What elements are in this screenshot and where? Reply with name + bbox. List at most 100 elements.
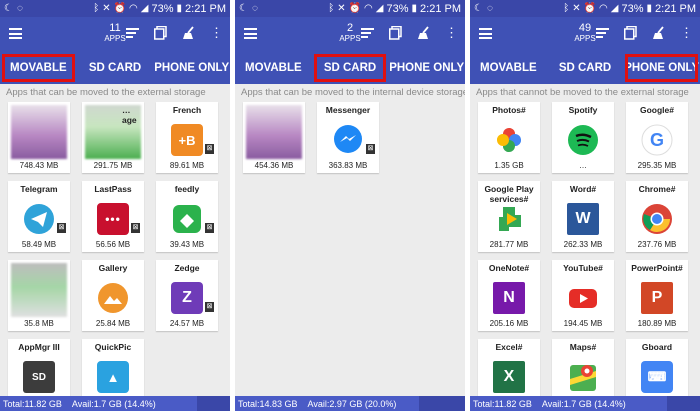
app-card[interactable]: Chrome# 237.76 MB bbox=[626, 181, 688, 252]
menu-icon[interactable] bbox=[244, 28, 257, 39]
app-card[interactable]: Photos# 1.35 GB bbox=[478, 102, 540, 173]
mute-icon: ✕ bbox=[337, 2, 346, 14]
appmgr-icon: SD bbox=[23, 361, 55, 393]
status-bar: ☾ ◌ ᛒ ✕ ⏰ ◠ ◢ 73% ▮ 2:21 PM bbox=[235, 0, 465, 17]
sort-icon[interactable] bbox=[360, 25, 375, 40]
clean-icon[interactable] bbox=[416, 25, 431, 40]
app-card[interactable]: PowerPoint# P 180.89 MB bbox=[626, 260, 688, 331]
app-card[interactable]: Telegram ⊠ 58.49 MB bbox=[8, 181, 70, 252]
chrome-icon bbox=[641, 203, 673, 235]
app-card[interactable]: OneNote# N 205.16 MB bbox=[478, 260, 540, 331]
tab-sd-card[interactable]: SD CARD bbox=[77, 52, 154, 84]
app-size: 35.8 MB bbox=[24, 319, 54, 328]
moon-icon: ☾ bbox=[4, 2, 13, 14]
sd-badge-icon: ⊠ bbox=[205, 144, 214, 154]
app-card[interactable]: YouTube# 194.45 MB bbox=[552, 260, 614, 331]
toolbar: 49 APPS ⋮ bbox=[470, 17, 700, 52]
app-size: 39.43 MB bbox=[169, 240, 205, 249]
app-card[interactable]: Word# W 262.33 MB bbox=[552, 181, 614, 252]
app-grid: 748.43 MB …age 291.75 MB French +B ⊠ 89.61 MB T… bbox=[0, 101, 230, 410]
tab-phone-only[interactable]: PHONE ONLY bbox=[153, 52, 230, 84]
signal-icon: ◢ bbox=[610, 2, 619, 14]
storage-description: Apps that can be moved to the external s… bbox=[6, 87, 206, 98]
blurred-app-icon bbox=[11, 263, 67, 317]
overflow-menu-icon[interactable]: ⋮ bbox=[679, 25, 694, 40]
app-size: 1.35 GB bbox=[494, 161, 524, 170]
app-card[interactable]: feedly ⊠ 39.43 MB bbox=[156, 181, 218, 252]
storage-footer: Total:11.82 GB Avail:1.7 GB (14.4%) bbox=[470, 396, 700, 411]
battery-level: 73% bbox=[621, 2, 644, 15]
sort-icon[interactable] bbox=[125, 25, 140, 40]
overflow-menu-icon[interactable]: ⋮ bbox=[209, 25, 224, 40]
app-card[interactable]: Gallery 25.84 MB bbox=[82, 260, 144, 331]
select-all-icon[interactable] bbox=[388, 25, 403, 40]
app-card[interactable]: Spotify… bbox=[552, 102, 614, 173]
menu-icon[interactable] bbox=[9, 28, 22, 39]
google-icon: G bbox=[641, 124, 673, 156]
toolbar: 11 APPS ⋮ bbox=[0, 17, 230, 52]
sd-badge-icon: ⊠ bbox=[366, 144, 375, 154]
app-size: 180.89 MB bbox=[637, 319, 677, 328]
app-size: 262.33 MB bbox=[563, 240, 603, 249]
app-card[interactable]: …age 291.75 MB bbox=[82, 102, 144, 173]
clean-icon[interactable] bbox=[651, 25, 666, 40]
app-card[interactable]: 35.8 MB bbox=[8, 260, 70, 331]
app-size: 454.36 MB bbox=[254, 161, 294, 170]
excel-icon: X bbox=[493, 361, 525, 393]
app-name: Chrome# bbox=[638, 184, 676, 194]
app-name: LastPass bbox=[94, 184, 132, 194]
app-card[interactable]: Messenger ⊠ 363.83 MB bbox=[317, 102, 379, 173]
app-name: Google# bbox=[639, 105, 674, 115]
wifi-icon: ◠ bbox=[364, 2, 373, 14]
tab-phone-only[interactable]: PHONE ONLY bbox=[388, 52, 465, 84]
app-grid: Photos# 1.35 GB Spotify… Google# G 295.35 MB G… bbox=[470, 101, 700, 410]
clean-icon[interactable] bbox=[181, 25, 196, 40]
storage-description: Apps that cannot be moved to the externa… bbox=[476, 87, 689, 98]
app-card[interactable]: 748.43 MB bbox=[8, 102, 70, 173]
lastpass-icon: ••• bbox=[97, 203, 129, 235]
menu-icon[interactable] bbox=[479, 28, 492, 39]
app-card[interactable]: Zedge Z ⊠ 24.57 MB bbox=[156, 260, 218, 331]
wifi-icon: ◠ bbox=[599, 2, 608, 14]
app-name: Excel# bbox=[495, 342, 523, 352]
tab-bar: MOVABLE SD CARD PHONE ONLY bbox=[0, 52, 230, 84]
tab-sd-card[interactable]: SD CARD bbox=[547, 52, 624, 84]
app-card[interactable]: 454.36 MB bbox=[243, 102, 305, 173]
sd-badge-icon: ⊠ bbox=[205, 302, 214, 312]
select-all-icon[interactable] bbox=[623, 25, 638, 40]
alarm-icon: ⏰ bbox=[583, 2, 597, 14]
tab-movable[interactable]: MOVABLE bbox=[0, 52, 77, 84]
overflow-menu-icon[interactable]: ⋮ bbox=[444, 25, 459, 40]
storage-total: Total:11.82 GB bbox=[473, 398, 532, 409]
status-bar: ☾ ◌ ᛒ ✕ ⏰ ◠ ◢ 73% ▮ 2:21 PM bbox=[470, 0, 700, 17]
select-all-icon[interactable] bbox=[153, 25, 168, 40]
app-name: QuickPic bbox=[94, 342, 132, 352]
status-bar: ☾ ◌ ᛒ ✕ ⏰ ◠ ◢ 73% ▮ 2:21 PM bbox=[0, 0, 230, 17]
svg-text:G: G bbox=[650, 130, 664, 150]
app-card[interactable]: French +B ⊠ 89.61 MB bbox=[156, 102, 218, 173]
storage-footer: Total:14.83 GB Avail:2.97 GB (20.0%) bbox=[235, 396, 465, 411]
bluetooth-icon: ᛒ bbox=[563, 2, 570, 14]
gboard-icon: ⌨ bbox=[641, 361, 673, 393]
app-size: 89.61 MB bbox=[169, 161, 205, 170]
app-size: … bbox=[579, 161, 587, 170]
clock: 2:21 PM bbox=[185, 2, 226, 15]
battery-icon: ▮ bbox=[646, 2, 653, 14]
clock: 2:21 PM bbox=[655, 2, 696, 15]
app-card[interactable]: Google# G 295.35 MB bbox=[626, 102, 688, 173]
battery-icon: ▮ bbox=[176, 2, 183, 14]
tab-sd-card[interactable]: SD CARD bbox=[312, 52, 389, 84]
play-services-icon bbox=[493, 203, 525, 235]
tab-movable[interactable]: MOVABLE bbox=[470, 52, 547, 84]
app-size: 56.56 MB bbox=[95, 240, 131, 249]
app-card[interactable]: LastPass ••• ⊠ 56.56 MB bbox=[82, 181, 144, 252]
storage-total: Total:14.83 GB bbox=[238, 398, 298, 409]
app-name: feedly bbox=[174, 184, 200, 194]
sort-icon[interactable] bbox=[595, 25, 610, 40]
tab-phone-only[interactable]: PHONE ONLY bbox=[623, 52, 700, 84]
tab-movable[interactable]: MOVABLE bbox=[235, 52, 312, 84]
app-name: PowerPoint# bbox=[631, 263, 683, 273]
app-name: AppMgr III bbox=[18, 342, 60, 352]
storage-available: Avail:1.7 GB (14.4%) bbox=[541, 398, 626, 409]
app-card[interactable]: Google Play services# 281.77 MB bbox=[478, 181, 540, 252]
